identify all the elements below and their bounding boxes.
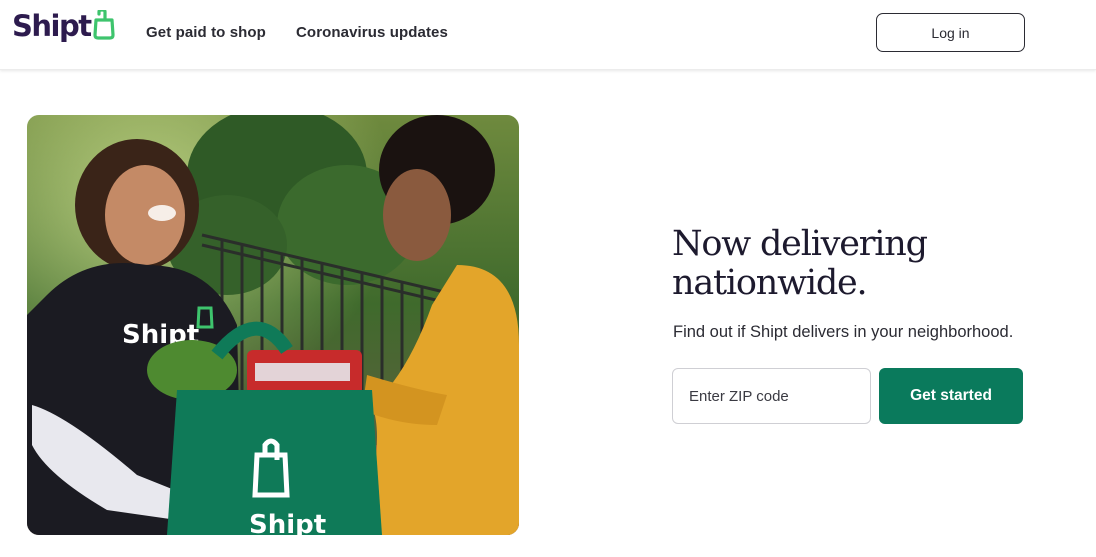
get-started-button[interactable]: Get started bbox=[879, 368, 1023, 424]
site-header: Shipt Get paid to shop Coronavirus updat… bbox=[0, 0, 1096, 70]
nav-coronavirus-updates[interactable]: Coronavirus updates bbox=[296, 24, 448, 41]
shipt-logo[interactable]: Shipt bbox=[12, 9, 115, 43]
headline-line-1: Now delivering bbox=[672, 224, 928, 264]
shopping-bag-icon bbox=[92, 9, 115, 40]
subheadline: Find out if Shipt delivers in your neigh… bbox=[673, 323, 1014, 341]
logo-wordmark: Shipt bbox=[12, 9, 92, 43]
headline-line-2: nationwide. bbox=[672, 263, 868, 303]
nav-get-paid-to-shop[interactable]: Get paid to shop bbox=[146, 24, 266, 41]
hero-photo: Shipt Shipt bbox=[27, 115, 519, 535]
bag-logo-text: Shipt bbox=[249, 510, 326, 535]
zip-code-input[interactable] bbox=[672, 368, 871, 424]
login-button[interactable]: Log in bbox=[876, 13, 1025, 52]
headline: Now delivering nationwide. bbox=[672, 225, 1052, 303]
